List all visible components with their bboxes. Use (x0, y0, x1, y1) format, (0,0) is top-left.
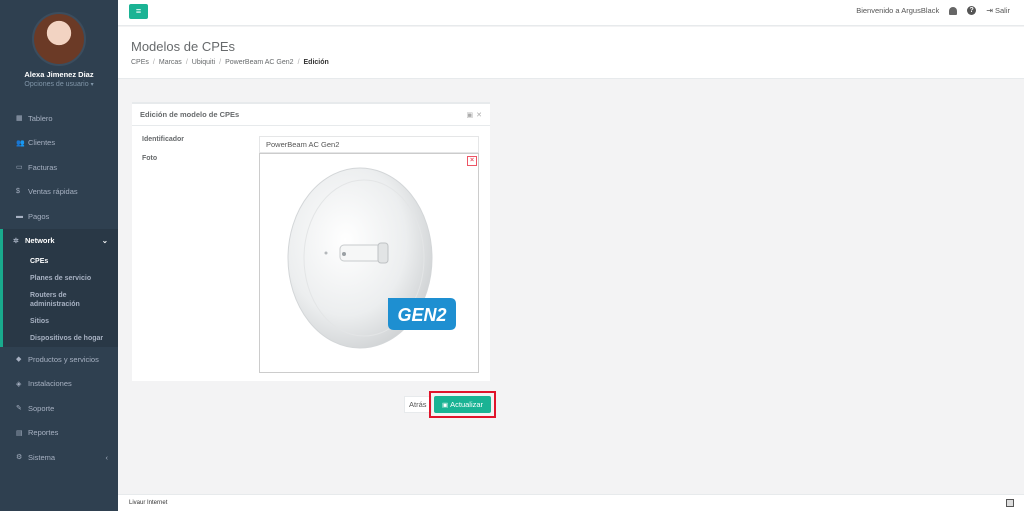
welcome-text: Bienvenido a ArgusBlack (856, 6, 940, 15)
sidebar-item-tablero[interactable]: ▦ Tablero (0, 106, 118, 131)
tag-icon: ◆ (16, 356, 22, 364)
chevron-down-icon: ⌄ (101, 236, 108, 246)
cogs-icon: ⚙ (16, 454, 23, 462)
photo-preview[interactable]: GEN2 × (259, 153, 479, 373)
update-button[interactable]: ▣ Actualizar (434, 396, 491, 413)
top-navbar: ≡ Bienvenido a ArgusBlack ? ⇥ Salir (118, 0, 1024, 26)
gen2-badge: GEN2 (388, 298, 456, 330)
network-submenu: CPEs Planes de servicio Routers de admin… (3, 253, 118, 347)
sidebar-item-label: Sistema (28, 452, 56, 462)
page-heading: Modelos de CPEs CPEs / Marcas / Ubiquiti / … (118, 27, 1024, 79)
photo-label: Foto (142, 155, 158, 162)
sidebar-item-reportes[interactable]: ▤ Reportes (0, 421, 118, 446)
wrench-icon: ✎ (16, 405, 22, 413)
breadcrumb-item-model[interactable]: PowerBeam AC Gen2 (225, 59, 293, 66)
sidebar-item-pagos[interactable]: ▬ Pagos (0, 204, 118, 229)
submenu-item-cpes[interactable]: CPEs (30, 253, 118, 270)
breadcrumb-item-current: Edición (303, 59, 329, 66)
sidebar: Alexa Jimenez Diaz Opciones de usuario ▾… (0, 0, 118, 511)
footer-text: Livaur Internet (129, 500, 168, 506)
sidebar-item-sistema[interactable]: ⚙ Sistema ‹ (0, 445, 118, 470)
help-icon[interactable]: ? (967, 6, 977, 15)
remove-photo-button[interactable]: × (467, 156, 477, 166)
dashboard-icon: ▦ (16, 115, 23, 123)
sidebar-item-label: Soporte (28, 403, 55, 413)
sidebar-item-label: Reportes (28, 428, 59, 438)
user-name: Alexa Jimenez Diaz (24, 70, 94, 79)
sidebar-item-productos[interactable]: ◆ Productos y servicios (0, 347, 118, 372)
network-icon: ✲ (13, 237, 19, 245)
logout-link[interactable]: ⇥ Salir (986, 6, 1010, 15)
dollar-icon: $ (16, 188, 20, 196)
sidebar-item-soporte[interactable]: ✎ Soporte (0, 396, 118, 421)
update-button-highlight: ▣ Actualizar (429, 391, 496, 418)
sidebar-item-label: Clientes (28, 138, 56, 148)
keyboard-icon[interactable] (1006, 499, 1014, 507)
breadcrumb-separator: / (185, 59, 188, 66)
back-button[interactable]: Atrás (404, 396, 432, 413)
logout-label: Salir (994, 6, 1010, 15)
save-icon[interactable]: ▣ (467, 111, 474, 119)
breadcrumb-separator: / (297, 59, 300, 66)
panel-title: Edición de modelo de CPEs (140, 110, 240, 119)
sidebar-item-label: Ventas rápidas (28, 187, 78, 197)
caret-down-icon: ▾ (90, 82, 94, 88)
sidebar-item-label: Tablero (28, 113, 53, 123)
bell-icon[interactable] (949, 6, 958, 15)
sidebar-item-instalaciones[interactable]: ◈ Instalaciones (0, 372, 118, 397)
breadcrumb-item-ubiquiti[interactable]: Ubiquiti (192, 59, 215, 66)
sidebar-item-facturas[interactable]: ▭ Facturas (0, 155, 118, 180)
avatar[interactable] (32, 12, 86, 66)
close-icon[interactable]: ✕ (476, 111, 482, 119)
sidebar-item-label: Network (25, 236, 55, 246)
top-right-area: Bienvenido a ArgusBlack ? ⇥ Salir (846, 6, 1010, 15)
identifier-label: Identificador (142, 136, 185, 143)
submenu-item-dispositivos[interactable]: Dispositivos de hogar (30, 330, 118, 347)
file-icon: ▭ (16, 164, 23, 172)
page-title: Modelos de CPEs (131, 39, 236, 54)
money-icon: ▬ (16, 212, 23, 220)
panel-header: Edición de modelo de CPEs ▣ ✕ (132, 104, 490, 126)
sidebar-group-network: ✲ Network ⌄ CPEs Planes de servicio Route… (0, 228, 118, 347)
hamburger-icon: ≡ (135, 6, 142, 16)
book-icon: ▤ (16, 429, 23, 437)
sidebar-item-network[interactable]: ✲ Network ⌄ (3, 229, 118, 254)
sidebar-item-label: Instalaciones (28, 379, 72, 389)
users-icon: 👥 (16, 139, 25, 147)
breadcrumb-separator: / (152, 59, 155, 66)
sidebar-item-clientes[interactable]: 👥 Clientes (0, 131, 118, 156)
profile-block: Alexa Jimenez Diaz Opciones de usuario ▾ (0, 0, 118, 100)
panel-tools: ▣ ✕ (467, 111, 483, 119)
sidebar-item-label: Productos y servicios (28, 354, 99, 364)
sidebar-item-label: Facturas (28, 162, 58, 172)
chevron-left-icon: ‹ (105, 452, 109, 462)
submenu-item-routers[interactable]: Routers de administración (30, 287, 118, 313)
user-options-label: Opciones de usuario (24, 81, 89, 88)
identifier-input[interactable]: PowerBeam AC Gen2 (259, 136, 479, 153)
sidebar-item-ventas-rapidas[interactable]: $ Ventas rápidas (0, 180, 118, 205)
sidebar-item-label: Pagos (28, 211, 50, 221)
sidebar-nav: ▦ Tablero 👥 Clientes ▭ Facturas $ Ventas ráp… (0, 106, 118, 470)
breadcrumb-item-cpes[interactable]: CPEs (131, 59, 149, 66)
footer: Livaur Internet (118, 494, 1024, 511)
breadcrumb: CPEs / Marcas / Ubiquiti / PowerBeam AC Gen… (131, 59, 329, 66)
edit-panel: Edición de modelo de CPEs ▣ ✕ Identifica… (132, 102, 490, 381)
update-label: Actualizar (450, 400, 484, 409)
submenu-item-sitios[interactable]: Sitios (30, 313, 118, 330)
sign-out-icon: ⇥ (986, 6, 993, 15)
antenna-image: GEN2 (287, 167, 456, 349)
save-icon: ▣ (441, 402, 449, 409)
location-icon: ◈ (16, 380, 22, 388)
user-options-dropdown[interactable]: Opciones de usuario ▾ (0, 81, 118, 88)
breadcrumb-item-marcas[interactable]: Marcas (159, 59, 182, 66)
breadcrumb-separator: / (219, 59, 222, 66)
menu-toggle-button[interactable]: ≡ (129, 4, 148, 19)
svg-text:GEN2: GEN2 (397, 305, 446, 325)
submenu-item-planes[interactable]: Planes de servicio (30, 270, 118, 287)
